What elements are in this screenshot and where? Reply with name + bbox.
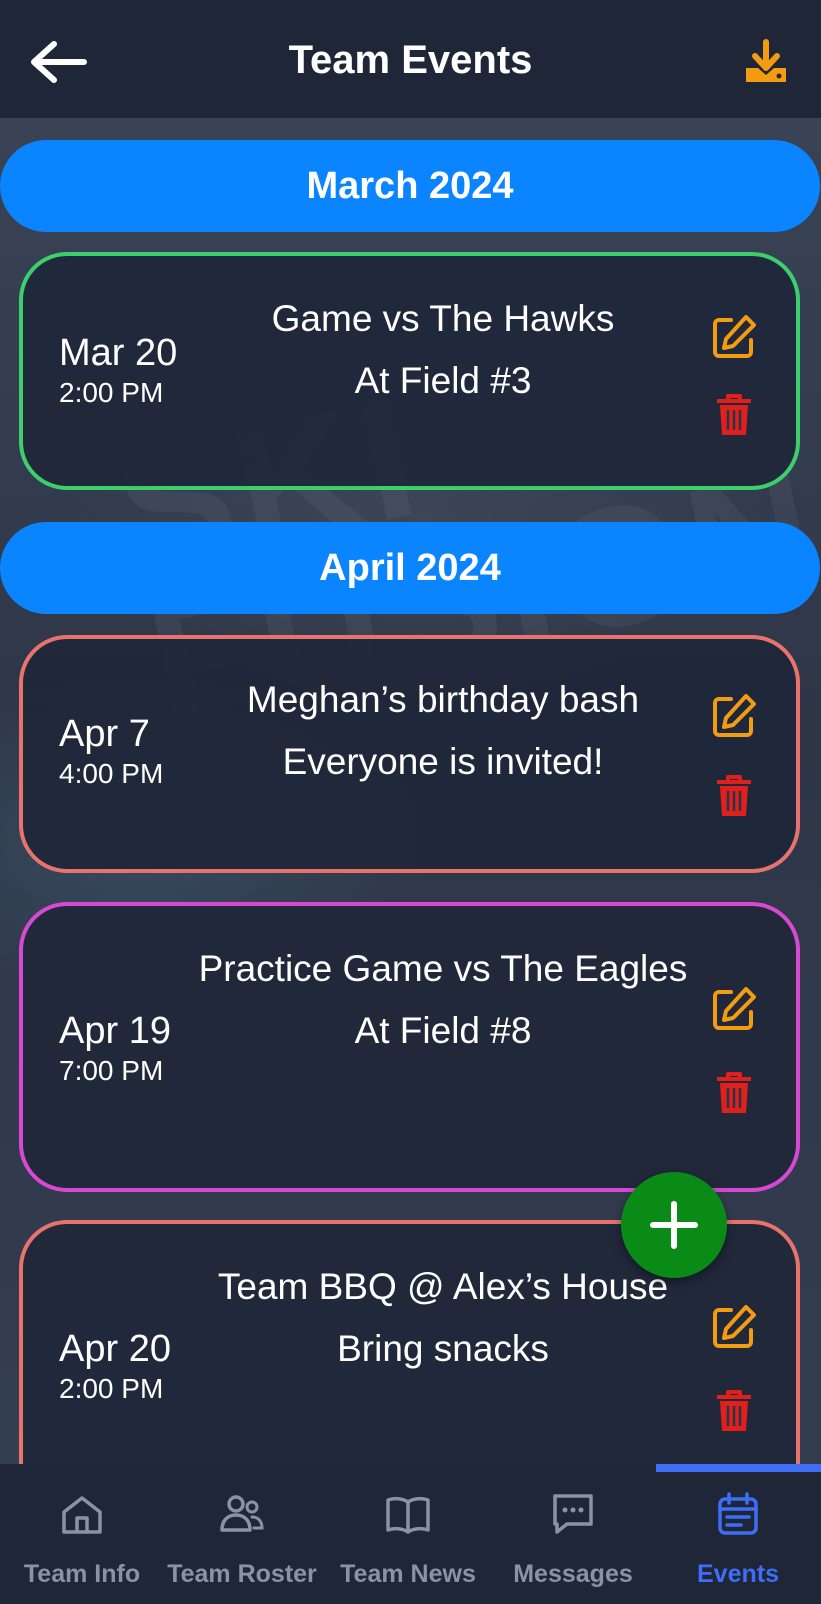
event-card[interactable]: Apr 7 4:00 PM Meghan’s birthday bash Eve…: [19, 635, 800, 873]
trash-icon: [717, 775, 751, 816]
event-description: At Field #3: [354, 360, 532, 401]
event-time: 4:00 PM: [59, 758, 164, 789]
tab-team-info[interactable]: Team Info: [0, 1464, 164, 1604]
tab-label: Messages: [513, 1560, 633, 1588]
event-date: Apr 20: [59, 1328, 171, 1370]
event-time: 7:00 PM: [59, 1055, 164, 1086]
edit-button[interactable]: [709, 1302, 759, 1352]
event-datetime: Apr 7 4:00 PM: [59, 713, 163, 790]
top-app-bar: Team Events: [0, 0, 821, 118]
page-title: Team Events: [288, 38, 533, 82]
tab-messages[interactable]: Messages: [491, 1464, 655, 1604]
delete-button[interactable]: [709, 390, 759, 440]
event-date: Apr 19: [59, 1010, 171, 1052]
delete-button[interactable]: [709, 1068, 759, 1118]
event-details: Practice Game vs The Eagles At Field #8: [183, 944, 703, 1052]
event-details: Meghan’s birthday bash Everyone is invit…: [183, 675, 703, 783]
home-icon: [62, 1496, 102, 1534]
edit-icon: [713, 987, 756, 1030]
event-time: 2:00 PM: [59, 1373, 164, 1404]
trash-icon: [717, 394, 751, 435]
event-details: Team BBQ @ Alex’s House Bring snacks: [183, 1262, 703, 1370]
event-details: Game vs The Hawks At Field #3: [183, 294, 703, 402]
message-icon: [553, 1494, 593, 1534]
book-icon: [386, 1496, 430, 1534]
delete-button[interactable]: [709, 1386, 759, 1436]
month-header-march: March 2024: [0, 140, 820, 232]
add-event-button[interactable]: [621, 1172, 727, 1278]
event-description: At Field #8: [354, 1010, 532, 1051]
edit-button[interactable]: [709, 984, 759, 1034]
event-date: Mar 20: [59, 332, 178, 374]
tab-events[interactable]: Events: [656, 1464, 820, 1604]
event-date: Apr 7: [59, 713, 150, 755]
event-time: 2:00 PM: [59, 377, 164, 408]
month-label: March 2024: [306, 164, 514, 207]
tab-label: Events: [697, 1560, 779, 1588]
edit-icon: [713, 1305, 756, 1348]
trash-icon: [717, 1072, 751, 1113]
edit-icon: [713, 315, 756, 358]
month-label: April 2024: [319, 546, 501, 589]
tab-label: Team Roster: [167, 1560, 317, 1588]
tab-label: Team News: [340, 1560, 476, 1588]
edit-button[interactable]: [709, 312, 759, 362]
tab-team-news[interactable]: Team News: [326, 1464, 490, 1604]
event-card[interactable]: Apr 19 7:00 PM Practice Game vs The Eagl…: [19, 902, 800, 1192]
users-icon: [220, 1495, 264, 1532]
event-title: Game vs The Hawks: [271, 298, 615, 339]
trash-icon: [717, 1390, 751, 1431]
event-datetime: Apr 20 2:00 PM: [59, 1328, 171, 1405]
event-datetime: Apr 19 7:00 PM: [59, 1010, 171, 1087]
calendar-icon: [718, 1492, 758, 1535]
month-header-april: April 2024: [0, 522, 820, 614]
event-datetime: Mar 20 2:00 PM: [59, 332, 177, 409]
bottom-tab-bar: Team Info Team Roster Team News Messages…: [0, 1464, 821, 1604]
edit-icon: [713, 694, 756, 737]
download-button[interactable]: [742, 38, 790, 86]
tab-team-roster[interactable]: Team Roster: [160, 1464, 324, 1604]
tab-label: Team Info: [23, 1560, 141, 1588]
event-description: Bring snacks: [337, 1328, 549, 1369]
event-title: Practice Game vs The Eagles: [198, 948, 688, 989]
download-icon: [746, 39, 786, 82]
edit-button[interactable]: [709, 691, 759, 741]
event-description: Everyone is invited!: [282, 741, 604, 782]
delete-button[interactable]: [709, 771, 759, 821]
plus-icon: [650, 1201, 698, 1249]
event-title: Meghan’s birthday bash: [246, 679, 640, 720]
event-card[interactable]: Mar 20 2:00 PM Game vs The Hawks At Fiel…: [19, 252, 800, 490]
